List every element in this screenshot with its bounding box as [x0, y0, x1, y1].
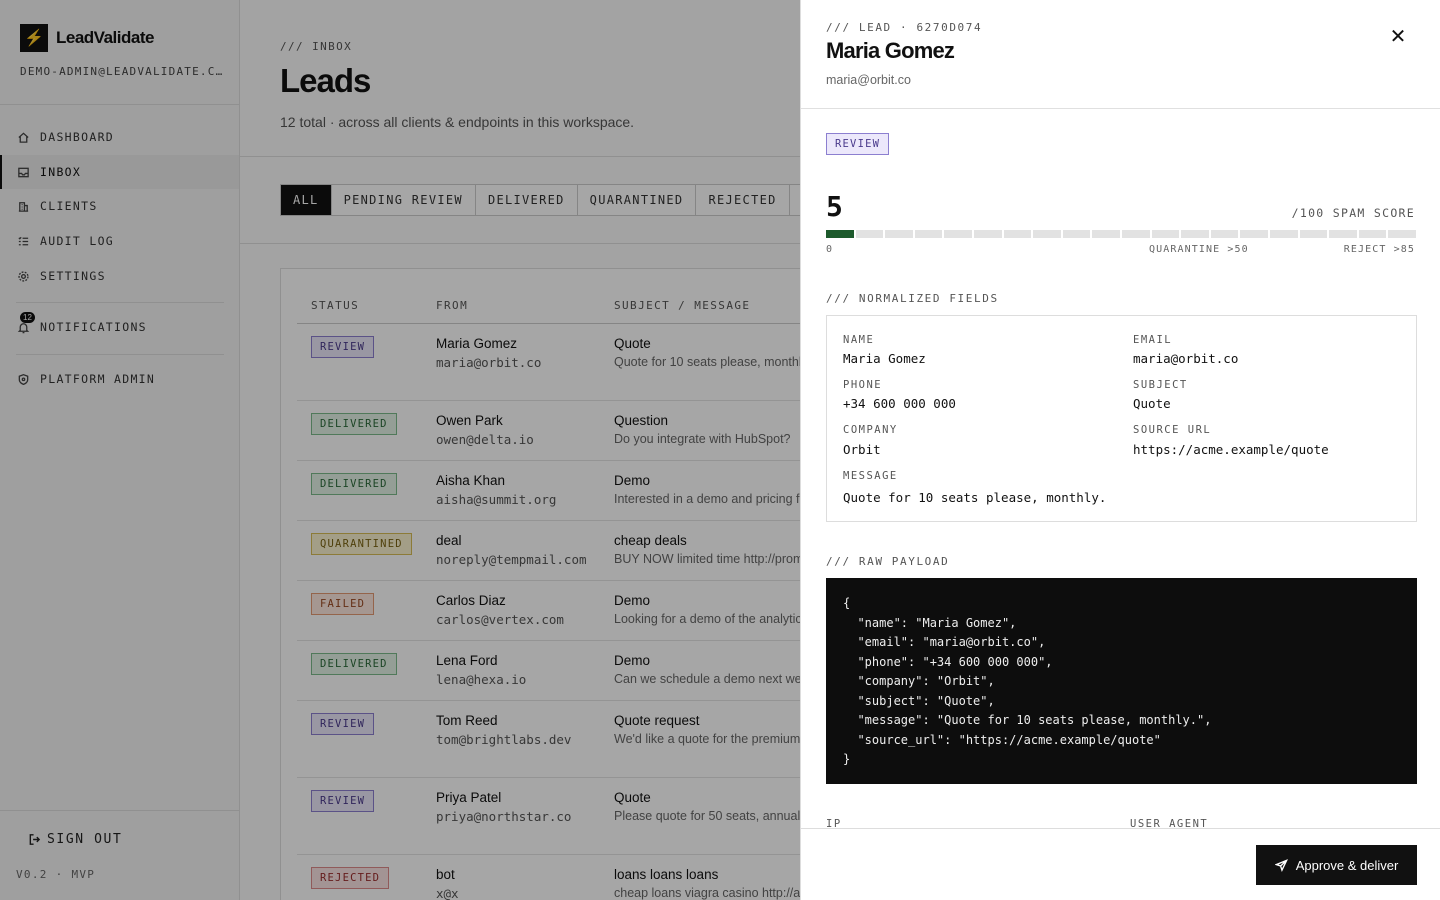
- score-segment: [1003, 230, 1032, 238]
- score-segment: [885, 230, 913, 238]
- score-segment: [1210, 230, 1239, 238]
- spam-score-label: /100 SPAM SCORE: [1291, 206, 1415, 220]
- score-segment: [1062, 230, 1091, 238]
- score-segment-filled: [826, 230, 854, 238]
- spam-score-bar: [826, 230, 1416, 238]
- close-icon[interactable]: ✕: [1387, 25, 1409, 48]
- divider: [801, 108, 1440, 109]
- normalized-fields-title: /// NORMALIZED FIELDS: [826, 292, 999, 305]
- field-value-source-url: https://acme.example/quote: [1133, 442, 1329, 457]
- lead-detail-name: Maria Gomez: [826, 38, 955, 63]
- field-label-message: MESSAGE: [843, 470, 898, 482]
- lead-detail-email: maria@orbit.co: [826, 73, 911, 87]
- score-segment: [1092, 230, 1120, 238]
- raw-payload-title: /// RAW PAYLOAD: [826, 555, 950, 568]
- raw-payload-code: { "name": "Maria Gomez", "email": "maria…: [826, 578, 1417, 784]
- scale-min-label: 0: [826, 244, 834, 255]
- field-label-name: NAME: [843, 334, 875, 346]
- field-value-subject: Quote: [1133, 396, 1171, 411]
- field-label-company: COMPANY: [843, 424, 898, 436]
- field-value-company: Orbit: [843, 442, 881, 457]
- score-segment: [1033, 230, 1061, 238]
- field-label-email: EMAIL: [1133, 334, 1173, 346]
- lead-id: /// LEAD · 6270D074: [826, 21, 983, 34]
- score-segment: [1121, 230, 1150, 238]
- approve-deliver-button[interactable]: Approve & deliver: [1256, 845, 1417, 885]
- score-segment: [1358, 230, 1387, 238]
- score-segment: [944, 230, 972, 238]
- score-segment: [914, 230, 943, 238]
- field-value-message: Quote for 10 seats please, monthly.: [843, 490, 1107, 505]
- modal-backdrop[interactable]: [0, 0, 800, 900]
- score-segment: [1269, 230, 1298, 238]
- normalized-fields-card: NAME Maria Gomez EMAIL maria@orbit.co PH…: [826, 315, 1417, 522]
- scale-quarantine-label: QUARANTINE >50: [1149, 244, 1249, 255]
- lead-detail-drawer: /// LEAD · 6270D074 Maria Gomez maria@or…: [800, 0, 1440, 900]
- drawer-footer: Approve & deliver: [801, 828, 1440, 900]
- score-segment: [1181, 230, 1209, 238]
- score-segment: [1329, 230, 1357, 238]
- scale-reject-label: REJECT >85: [1343, 244, 1415, 255]
- field-label-subject: SUBJECT: [1133, 379, 1188, 391]
- field-label-source-url: SOURCE URL: [1133, 424, 1212, 436]
- field-value-name: Maria Gomez: [843, 351, 926, 366]
- field-value-phone: +34 600 000 000: [843, 396, 956, 411]
- status-badge: REVIEW: [826, 133, 890, 155]
- field-label-phone: PHONE: [843, 379, 883, 391]
- score-segment: [973, 230, 1002, 238]
- score-segment: [1151, 230, 1180, 238]
- approve-label: Approve & deliver: [1295, 857, 1399, 873]
- send-icon: [1274, 858, 1288, 872]
- score-segment: [855, 230, 884, 238]
- score-segment: [1299, 230, 1328, 238]
- spam-score-value: 5: [826, 190, 843, 223]
- score-segment: [1240, 230, 1268, 238]
- score-segment: [1388, 230, 1416, 238]
- field-value-email: maria@orbit.co: [1133, 351, 1239, 366]
